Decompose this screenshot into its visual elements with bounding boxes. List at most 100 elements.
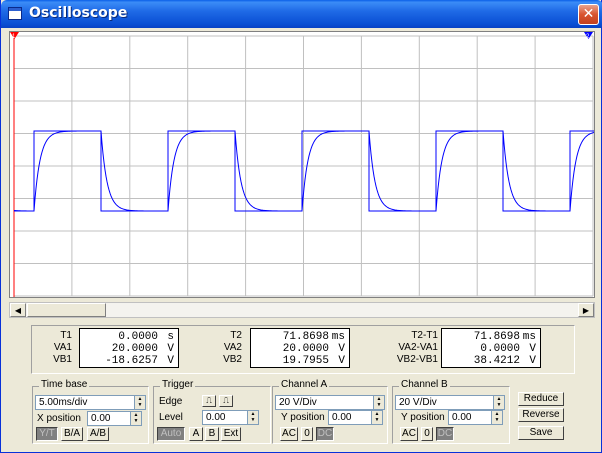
channel-a-scale-value: 20 V/Div <box>279 397 317 408</box>
readout-labels-2: T2 VA2 VB2 <box>202 330 242 366</box>
timebase-xpos-label: X position <box>37 413 81 424</box>
trigger-b-button[interactable]: B <box>205 427 219 441</box>
arrow-left-icon: ◀ <box>14 306 22 315</box>
unit-t1: s <box>167 331 174 343</box>
oscilloscope-window: Oscilloscope ✕ 12 ◀ ▶ T1 VA1 VB1 0.0000 s… <box>0 0 602 453</box>
unit-t2: ms <box>331 331 345 343</box>
channel-a-ypos-field[interactable]: 0.00 ▲ ▼ <box>328 410 383 425</box>
window-title: Oscilloscope <box>29 5 128 21</box>
label-t2-t1: T2-T1 <box>411 330 438 341</box>
channel-b-ypos-value: 0.00 <box>452 412 472 423</box>
reduce-button[interactable]: Reduce <box>518 392 564 406</box>
rising-edge-icon: ⎍ <box>206 396 212 405</box>
mode-yt-button[interactable]: Y/T <box>36 427 58 441</box>
mode-ab-button[interactable]: A/B <box>87 427 109 441</box>
channel-a-ypos-label: Y position <box>281 412 325 423</box>
readout-labels-3: T2-T1 VA2-VA1 VB2-VB1 <box>388 330 438 366</box>
channel-a-ypos-spinner[interactable]: ▲ ▼ <box>371 411 382 424</box>
scroll-left-button[interactable]: ◀ <box>10 303 26 317</box>
label-va2: VA2 <box>223 342 242 353</box>
channel-b-scale-value: 20 V/Div <box>399 397 437 408</box>
channel-a-group: Channel A 20 V/Div ▲ ▼ Y position 0.00 ▲ ▼… <box>272 379 388 444</box>
value-t2: 71.8698 <box>282 331 329 343</box>
channel-b-ypos-spinner[interactable]: ▲ ▼ <box>491 411 502 424</box>
timebase-xpos-field[interactable]: 0.00 ▲ ▼ <box>87 411 142 426</box>
channel-a-scale-spinner[interactable]: ▲ ▼ <box>373 396 384 409</box>
timebase-spinner[interactable]: ▲ ▼ <box>134 396 145 409</box>
window-icon <box>8 7 22 20</box>
timebase-field[interactable]: 5.00ms/div ▲ ▼ <box>35 395 146 410</box>
label-va2-va1: VA2-VA1 <box>398 342 438 353</box>
readout-box-1: 0.0000 s 20.0000 V -18.6257 V <box>79 328 179 368</box>
channel-b-dc-button[interactable]: DC <box>436 427 454 441</box>
trigger-level-spinner[interactable]: ▲ ▼ <box>247 411 258 424</box>
channel-b-group: Channel B 20 V/Div ▲ ▼ Y position 0.00 ▲ ▼… <box>392 379 510 444</box>
trigger-ext-button[interactable]: Ext <box>221 427 241 441</box>
value-va2-va1: 0.0000 <box>480 343 520 355</box>
close-button[interactable]: ✕ <box>578 4 599 25</box>
unit-vb2-vb1: V <box>529 355 536 367</box>
trigger-edge-label: Edge <box>159 396 183 407</box>
channel-b-ypos-field[interactable]: 0.00 ▲ ▼ <box>448 410 503 425</box>
label-t1: T1 <box>60 330 72 341</box>
trigger-auto-button[interactable]: Auto <box>157 427 185 441</box>
channel-a-legend: Channel A <box>279 379 330 390</box>
label-vb2: VB2 <box>223 354 242 365</box>
channel-a-ac-button[interactable]: AC <box>280 427 298 441</box>
channel-a-dc-button[interactable]: DC <box>316 427 334 441</box>
trigger-level-value: 0.00 <box>206 412 226 423</box>
unit-va2-va1: V <box>529 343 536 355</box>
channel-b-ac-button[interactable]: AC <box>400 427 418 441</box>
unit-va2: V <box>338 343 345 355</box>
timebase-value: 5.00ms/div <box>39 397 88 408</box>
label-vb1: VB1 <box>53 354 72 365</box>
value-vb2-vb1: 38.4212 <box>473 355 520 367</box>
value-t1: 0.0000 <box>118 331 158 343</box>
trigger-level-label: Level <box>159 412 183 423</box>
falling-edge-icon: ⎍ <box>223 396 229 405</box>
falling-edge-button[interactable]: ⎍ <box>219 395 233 407</box>
timebase-xpos-spinner[interactable]: ▲ ▼ <box>130 412 141 425</box>
unit-vb1: V <box>167 355 174 367</box>
scope-plot: 12 <box>10 32 594 297</box>
unit-vb2: V <box>338 355 345 367</box>
channel-a-zero-button[interactable]: 0 <box>301 427 313 441</box>
readout-box-2: 71.8698 ms 20.0000 V 19.7955 V <box>250 328 350 368</box>
channel-b-scale-field[interactable]: 20 V/Div ▲ ▼ <box>395 395 505 410</box>
unit-t2-t1: ms <box>522 331 536 343</box>
channel-b-zero-button[interactable]: 0 <box>421 427 433 441</box>
unit-va1: V <box>167 343 174 355</box>
horizontal-scrollbar[interactable]: ◀ ▶ <box>9 302 595 318</box>
scroll-thumb[interactable] <box>27 303 106 317</box>
readout-box-3: 71.8698 ms 0.0000 V 38.4212 V <box>441 328 541 368</box>
title-bar[interactable]: Oscilloscope ✕ <box>1 0 602 28</box>
trigger-group: Trigger Edge ⎍ ⎍ Level 0.00 ▲ ▼ Auto A B … <box>153 379 271 444</box>
channel-a-scale-field[interactable]: 20 V/Div ▲ ▼ <box>275 395 385 410</box>
value-va1: 20.0000 <box>111 343 158 355</box>
trigger-legend: Trigger <box>160 379 196 390</box>
timebase-group: Time base 5.00ms/div ▲ ▼ X position 0.00 … <box>32 379 149 444</box>
rising-edge-button[interactable]: ⎍ <box>202 395 216 407</box>
save-button[interactable]: Save <box>518 426 564 440</box>
channel-b-scale-spinner[interactable]: ▲ ▼ <box>493 396 504 409</box>
value-t2-t1: 71.8698 <box>473 331 520 343</box>
value-va2: 20.0000 <box>282 343 329 355</box>
timebase-xpos-value: 0.00 <box>91 413 111 424</box>
scroll-right-button[interactable]: ▶ <box>578 303 594 317</box>
close-icon: ✕ <box>582 6 595 22</box>
timebase-legend: Time base <box>39 379 90 390</box>
trigger-level-field[interactable]: 0.00 ▲ ▼ <box>202 410 259 425</box>
mode-ba-button[interactable]: B/A <box>61 427 83 441</box>
scope-display[interactable]: 12 <box>9 31 595 298</box>
arrow-right-icon: ▶ <box>582 306 590 315</box>
label-vb2-vb1: VB2-VB1 <box>396 354 438 365</box>
value-vb2: 19.7955 <box>282 355 329 367</box>
trigger-a-button[interactable]: A <box>189 427 203 441</box>
label-t2: T2 <box>230 330 242 341</box>
cursor-readout-panel: T1 VA1 VB1 0.0000 s 20.0000 V -18.6257 V T2… <box>31 325 575 374</box>
channel-b-ypos-label: Y position <box>401 412 445 423</box>
label-va1: VA1 <box>53 342 72 353</box>
reverse-button[interactable]: Reverse <box>518 408 564 422</box>
value-vb1: -18.6257 <box>105 355 158 367</box>
channel-a-ypos-value: 0.00 <box>332 412 352 423</box>
